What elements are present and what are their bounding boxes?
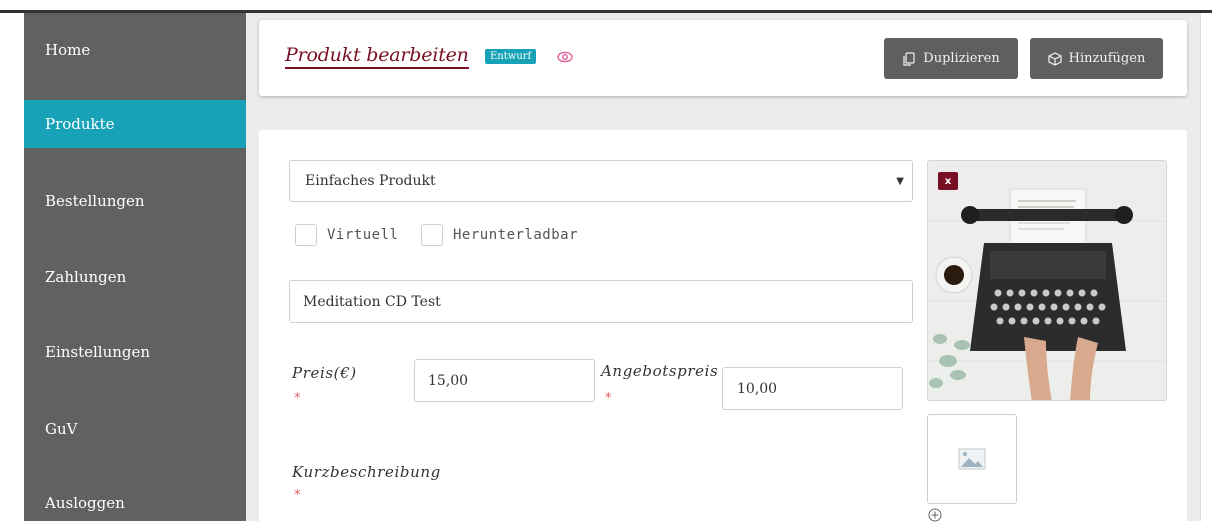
sidebar-item-label: Zahlungen: [45, 268, 127, 286]
page-title: Produkt bearbeiten: [285, 44, 469, 69]
duplicate-label: Duplizieren: [923, 51, 1000, 66]
product-name-input[interactable]: Meditation CD Test: [289, 280, 913, 323]
downloadable-label: Herunterladbar: [453, 227, 579, 243]
price-required-marker: *: [294, 391, 301, 406]
sidebar-item-label: Ausloggen: [45, 494, 125, 512]
product-type-select[interactable]: Einfaches Produkt ▼: [289, 160, 913, 202]
gallery-add-image[interactable]: [927, 414, 1017, 504]
add-label: Hinzufügen: [1068, 51, 1146, 66]
short-description-label: Kurzbeschreibung: [292, 463, 441, 481]
sidebar-item-label: Einstellungen: [45, 343, 151, 361]
add-button[interactable]: Hinzufügen: [1030, 38, 1163, 79]
downloadable-checkbox[interactable]: [421, 224, 443, 246]
chevron-down-icon: ▼: [896, 176, 904, 187]
eye-icon[interactable]: [557, 51, 573, 63]
remove-image-button[interactable]: x: [938, 172, 958, 190]
sale-price-input[interactable]: 10,00: [722, 367, 903, 410]
sale-price-label: Angebotspreis: [601, 362, 719, 380]
duplicate-button[interactable]: Duplizieren: [884, 38, 1018, 79]
product-type-value: Einfaches Produkt: [305, 173, 436, 189]
virtual-label: Virtuell: [327, 227, 399, 243]
sidebar-item-ausloggen[interactable]: Ausloggen: [24, 479, 246, 527]
sale-price-required-marker: *: [605, 391, 612, 406]
product-name-value: Meditation CD Test: [303, 293, 441, 310]
virtual-checkbox[interactable]: [295, 224, 317, 246]
short-description-required-marker: *: [294, 488, 301, 503]
product-image[interactable]: [927, 160, 1167, 401]
sidebar-item-label: Produkte: [45, 115, 115, 133]
downloadable-checkbox-row[interactable]: Herunterladbar: [421, 224, 578, 246]
copy-icon: [903, 51, 915, 66]
sidebar-item-einstellungen[interactable]: Einstellungen: [24, 328, 246, 376]
price-input[interactable]: 15,00: [414, 359, 595, 402]
sidebar-item-zahlungen[interactable]: Zahlungen: [24, 253, 246, 301]
image-placeholder-icon: [958, 448, 986, 470]
cube-icon: [1048, 51, 1062, 66]
header-card: Produkt bearbeiten Entwurf Duplizieren H…: [259, 20, 1187, 96]
sidebar-item-label: GuV: [45, 420, 78, 438]
sidebar: Home Produkte Bestellungen Zahlungen Ein…: [24, 13, 246, 521]
sale-price-value: 10,00: [737, 380, 778, 397]
sidebar-item-guv[interactable]: GuV: [24, 405, 246, 453]
price-label: Preis(€): [292, 364, 357, 382]
plus-circle-icon[interactable]: [928, 508, 942, 522]
scrollbar-track[interactable]: [1200, 13, 1212, 521]
status-badge: Entwurf: [485, 49, 537, 64]
sidebar-item-label: Bestellungen: [45, 192, 145, 210]
price-value: 15,00: [428, 372, 469, 389]
sidebar-item-bestellungen[interactable]: Bestellungen: [24, 177, 246, 225]
virtual-checkbox-row[interactable]: Virtuell: [295, 224, 398, 246]
sidebar-item-home[interactable]: Home: [24, 26, 246, 74]
sidebar-item-produkte[interactable]: Produkte: [24, 100, 246, 148]
sidebar-item-label: Home: [45, 41, 91, 59]
typewriter-photo: [928, 161, 1166, 400]
